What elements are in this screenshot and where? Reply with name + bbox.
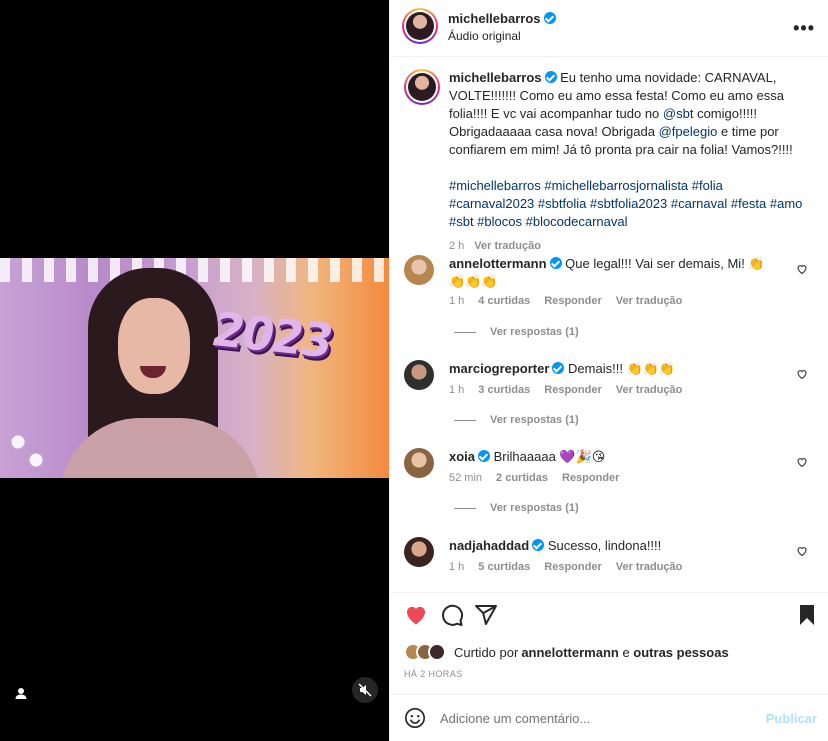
verified-badge-icon <box>478 450 491 462</box>
view-replies-button[interactable]: Ver respostas (1) <box>454 414 579 426</box>
post-time-label[interactable]: HÁ 2 HORAS <box>404 669 463 679</box>
author-avatar[interactable] <box>402 8 438 44</box>
mention-sbt[interactable]: @sbt <box>663 106 694 121</box>
comments-scroll-area[interactable]: michellebarros Eu tenho uma novidade: CA… <box>390 57 828 592</box>
comment-likes[interactable]: 4 curtidas <box>478 295 530 307</box>
commenter-avatar[interactable] <box>404 537 434 567</box>
view-replies-button[interactable]: Ver respostas (1) <box>454 326 579 338</box>
verified-badge-icon <box>543 12 556 24</box>
commenter-avatar[interactable] <box>404 448 434 478</box>
liker-avatar <box>428 643 446 661</box>
comment-time: 1 h <box>449 384 465 396</box>
mirror-lights-lower <box>0 418 60 478</box>
translate-link[interactable]: Ver tradução <box>616 295 683 307</box>
liked-by-row: Curtido por annelottermann e outras pess… <box>404 643 729 661</box>
translate-link[interactable]: Ver tradução <box>616 384 683 396</box>
add-comment-bar: Publicar <box>390 694 828 741</box>
commenter-username[interactable]: xoia <box>449 449 475 464</box>
comment-likes[interactable]: 5 curtidas <box>478 561 530 573</box>
heart-filled-icon[interactable] <box>404 603 428 627</box>
caption-translate-link[interactable]: Ver tradução <box>474 240 541 252</box>
comment-text: Sucesso, lindona!!!! <box>547 538 662 553</box>
comment-text: Brilhaaaaa 💜🎉😘 <box>493 449 606 464</box>
emoji-icon[interactable] <box>404 707 426 729</box>
post-actions: Curtido por annelottermann e outras pess… <box>390 592 828 694</box>
video-frame: 2023 <box>0 258 389 478</box>
commenter-username[interactable]: marciogreporter <box>449 361 549 376</box>
caption-hashtags[interactable]: #michellebarros #michellebarrosjornalist… <box>449 177 804 231</box>
verified-badge-icon <box>532 539 545 551</box>
bookmark-icon[interactable] <box>795 603 819 627</box>
view-replies-button[interactable]: Ver respostas (1) <box>454 502 579 514</box>
publish-button[interactable]: Publicar <box>766 711 817 726</box>
year-overlay-text: 2023 <box>206 301 338 369</box>
commenter-username[interactable]: nadjahaddad <box>449 538 529 553</box>
reply-button[interactable]: Responder <box>544 384 601 396</box>
caption-time: 2 h <box>449 240 465 252</box>
comment-input[interactable] <box>440 707 740 729</box>
commenter-avatar[interactable] <box>404 360 434 390</box>
like-comment-heart-icon[interactable] <box>796 456 808 468</box>
like-comment-heart-icon[interactable] <box>796 263 808 275</box>
share-icon[interactable] <box>474 603 498 627</box>
liked-mid: e <box>618 644 634 660</box>
muted-speaker-icon[interactable] <box>352 677 378 703</box>
mention-fpelegio[interactable]: @fpelegio <box>659 124 718 139</box>
commenter-username[interactable]: annelottermann <box>449 256 547 271</box>
comment-time: 52 min <box>449 472 483 484</box>
comment-time: 1 h <box>449 561 465 573</box>
comment-icon[interactable] <box>440 603 464 627</box>
liked-prefix: Curtido por <box>454 644 519 660</box>
comment-likes[interactable]: 2 curtidas <box>496 472 548 484</box>
caption-avatar[interactable] <box>404 69 440 105</box>
liked-user-link[interactable]: annelottermann <box>521 645 619 660</box>
post-header: michellebarros Áudio original ••• <box>390 0 828 57</box>
video-player[interactable]: 2023 <box>0 0 389 741</box>
verified-badge-icon <box>544 71 557 83</box>
reply-button[interactable]: Responder <box>544 295 601 307</box>
presenter-figure <box>60 268 260 478</box>
comment-time: 1 h <box>449 295 465 307</box>
caption-username[interactable]: michellebarros <box>449 70 542 85</box>
commenter-avatar[interactable] <box>404 255 434 285</box>
author-username[interactable]: michellebarros <box>448 11 541 26</box>
reply-button[interactable]: Responder <box>544 561 601 573</box>
more-horizontal-icon[interactable]: ••• <box>793 18 815 39</box>
liked-others-link[interactable]: outras pessoas <box>633 645 728 660</box>
like-comment-heart-icon[interactable] <box>796 368 808 380</box>
person-icon[interactable] <box>12 685 30 703</box>
comment-likes[interactable]: 3 curtidas <box>478 384 530 396</box>
translate-link[interactable]: Ver tradução <box>616 561 683 573</box>
audio-label[interactable]: Áudio original <box>448 29 521 43</box>
verified-badge-icon <box>549 257 562 269</box>
like-comment-heart-icon[interactable] <box>796 545 808 557</box>
verified-badge-icon <box>552 362 565 374</box>
post-panel: michellebarros Áudio original ••• michel… <box>389 0 828 741</box>
comment-text: Demais!!! 👏👏👏 <box>568 361 676 376</box>
reply-button[interactable]: Responder <box>562 472 619 484</box>
